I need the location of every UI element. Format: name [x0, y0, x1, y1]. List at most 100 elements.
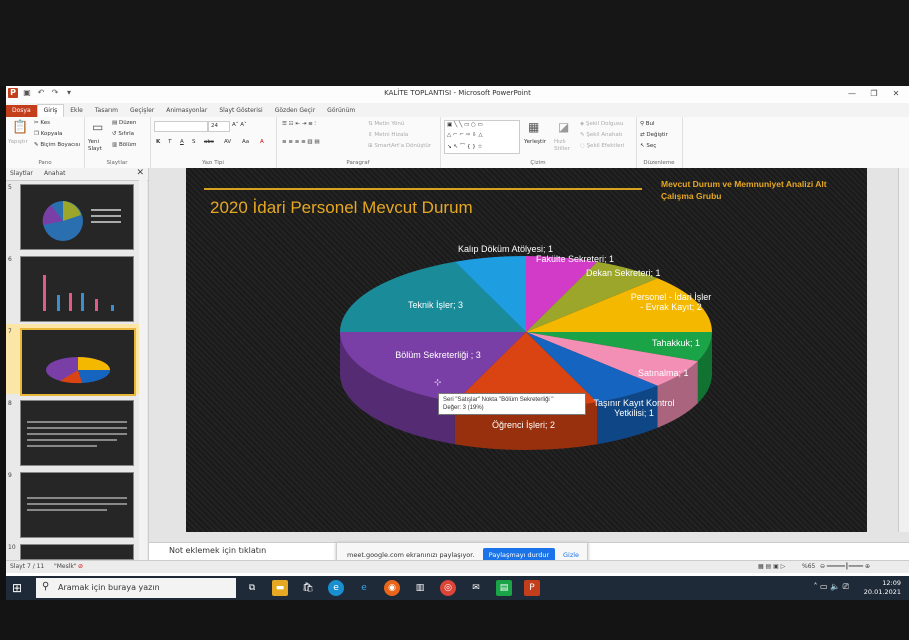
font-color-icon[interactable]: A	[260, 139, 264, 145]
store-icon[interactable]: 🛍	[300, 580, 316, 596]
arrange-button[interactable]: Yerleştir	[524, 139, 546, 145]
tab-slides-panel[interactable]: Slaytlar	[10, 170, 33, 177]
clipboard-group-label: Pano	[38, 160, 52, 166]
slide-number: 7	[8, 328, 12, 335]
ribbon-tabs: Dosya Giriş Ekle Tasarım Geçişler Animas…	[6, 103, 909, 117]
slide-thumbnail-7[interactable]	[20, 328, 136, 396]
quick-styles-icon[interactable]: ◪	[558, 120, 569, 134]
slide-counter: Slayt 7 / 11	[10, 563, 45, 570]
copy-button[interactable]: ❐ Kopyala	[34, 131, 62, 137]
tab-animations[interactable]: Animasyonlar	[160, 105, 213, 117]
language-icon[interactable]: ⊘	[78, 563, 83, 570]
windows-start-icon[interactable]: ⊞	[12, 581, 22, 595]
tab-view[interactable]: Görünüm	[321, 105, 361, 117]
file-explorer-icon[interactable]: ▬	[272, 580, 288, 596]
taskbar-search-box[interactable]: ⚲ Aramak için buraya yazın	[36, 578, 236, 598]
arrange-icon[interactable]: ▦	[528, 120, 539, 134]
change-case-icon[interactable]: Aa	[242, 139, 249, 145]
tab-slideshow[interactable]: Slayt Gösterisi	[213, 105, 268, 117]
app-green-icon[interactable]: ▤	[496, 580, 512, 596]
panel-close-icon[interactable]: ✕	[136, 168, 144, 178]
shape-effects-button[interactable]: ◌ Şekil Efektleri	[580, 143, 624, 149]
pie-label-bolum-sekreterligi: Bölüm Sekreterliği ; 3	[395, 350, 481, 360]
shapes-gallery[interactable]: ▣ ╲ ╲ ▭ ○ ▭ △ ⌐ ⌐ ⇨ ⇩ △ ↘ ↖ ⌒ { } ☆	[444, 120, 520, 154]
replace-button[interactable]: ⇄ Değiştir	[640, 132, 668, 138]
edge-icon[interactable]: e	[328, 580, 344, 596]
shapes-row-1-icons: ▣ ╲ ╲ ▭ ○ ▭	[447, 122, 483, 128]
slide-thumbnail-5[interactable]	[20, 184, 134, 250]
panel-scrollbar[interactable]	[139, 180, 147, 560]
convert-smartart-button[interactable]: ⊞ SmartArt'a Dönüştür	[368, 143, 431, 149]
drawing-group: ▣ ╲ ╲ ▭ ○ ▭ △ ⌐ ⌐ ⇨ ⇩ △ ↘ ↖ ⌒ { } ☆ ▦ Ye…	[440, 117, 637, 168]
bold-icon[interactable]: K	[156, 139, 160, 145]
hide-button[interactable]: Gizle	[563, 551, 579, 559]
shadow-icon[interactable]: S	[192, 139, 196, 145]
shape-outline-button[interactable]: ✎ Şekil Anahatı	[580, 132, 622, 138]
internet-explorer-icon[interactable]: e	[356, 580, 372, 596]
char-spacing-icon[interactable]: AV	[224, 139, 231, 145]
tab-home[interactable]: Giriş	[36, 104, 65, 117]
restore-button[interactable]: ❐	[863, 87, 885, 101]
slide-canvas[interactable]: 2020 İdari Personel Mevcut Durum Mevcut …	[186, 168, 867, 532]
quick-styles-button[interactable]: Hızlı Stiller	[554, 139, 576, 153]
font-size-box[interactable]: 24	[208, 121, 230, 132]
layout-button[interactable]: ▤ Düzen	[112, 120, 136, 126]
close-button[interactable]: ✕	[885, 87, 907, 101]
new-slide-icon[interactable]: ▭	[92, 120, 103, 134]
paste-button[interactable]: Yapıştır	[8, 139, 28, 145]
tab-file[interactable]: Dosya	[6, 105, 37, 117]
slide-number: 10	[8, 544, 16, 551]
new-slide-button[interactable]: Yeni Slayt	[88, 139, 114, 153]
slide-thumbnail-10[interactable]	[20, 544, 134, 560]
tab-outline-panel[interactable]: Anahat	[44, 170, 65, 177]
system-tray-icons[interactable]: ˄ ▭ 🔈 ⎚	[813, 582, 849, 592]
font-grow-icon[interactable]: A˄ A˅	[232, 122, 247, 128]
find-button[interactable]: ⚲ Bul	[640, 121, 655, 127]
powerpoint-taskbar-icon[interactable]: P	[524, 580, 540, 596]
section-icon: ▥	[112, 142, 119, 148]
tab-insert[interactable]: Ekle	[64, 105, 89, 117]
book-icon[interactable]: ▥	[412, 580, 428, 596]
clock-date: 20.01.2021	[863, 588, 901, 596]
shape-fill-button[interactable]: ◈ Şekil Dolgusu	[580, 121, 623, 127]
clock[interactable]: 12:09 20.01.2021	[864, 579, 901, 597]
format-painter-button[interactable]: ✎ Biçim Boyacısı	[34, 142, 80, 148]
mail-icon[interactable]: ✉	[468, 580, 484, 596]
text-direction-button[interactable]: ⇅ Metin Yönü	[368, 121, 404, 127]
cut-button[interactable]: ✂ Kes	[34, 120, 50, 126]
bullets-icon[interactable]: ☰ ☷ ⇤ ⇥ ≡ ⫶	[282, 121, 316, 128]
underline-icon[interactable]: A	[180, 139, 184, 145]
section-button[interactable]: ▥ Bölüm	[112, 142, 136, 148]
tab-design[interactable]: Tasarım	[89, 105, 124, 117]
view-buttons-icons[interactable]: ▦ ▤ ▣ ▷	[758, 563, 785, 570]
tab-review[interactable]: Gözden Geçir	[269, 105, 321, 117]
paste-icon[interactable]: 📋	[12, 120, 28, 135]
select-button[interactable]: ↖ Seç	[640, 143, 656, 149]
font-name-box[interactable]	[154, 121, 208, 132]
slide-thumbnail-8[interactable]	[20, 400, 134, 466]
slide-number: 9	[8, 472, 12, 479]
firefox-icon[interactable]: ◉	[384, 580, 400, 596]
powerpoint-window: P ▣ ↶ ↷ ▾ KALİTE TOPLANTISI - Microsoft …	[6, 86, 909, 576]
pie-label-tahakkuk: Tahakkuk; 1	[652, 338, 701, 348]
windows-taskbar: ⊞ ⚲ Aramak için buraya yazın ⧉ ▬ 🛍 e e ◉…	[6, 576, 909, 600]
pie-chart[interactable]	[186, 168, 867, 532]
reset-button[interactable]: ↺ Sıfırla	[112, 131, 134, 137]
align-icons[interactable]: ≡ ≡ ≡ ≡ ▥ ▤	[282, 139, 320, 145]
editor-scrollbar[interactable]	[898, 168, 909, 532]
italic-icon[interactable]: T	[168, 139, 171, 145]
slide-thumbnail-9[interactable]	[20, 472, 134, 538]
mouse-cursor-icon: ⊹	[434, 378, 442, 388]
align-text-button[interactable]: ⇕ Metni Hizala	[368, 132, 408, 138]
slides-group-label: Slaytlar	[106, 160, 128, 166]
zoom-level[interactable]: %65	[802, 563, 815, 570]
zoom-slider[interactable]: ⊖ ━━━━━┃━━━━ ⊕	[820, 563, 890, 570]
chrome-icon[interactable]: ◎	[440, 580, 456, 596]
slide-thumbnail-6[interactable]	[20, 256, 134, 322]
pie-label-fakulte-sekreteri: Fakülte Sekreteri; 1	[536, 254, 615, 264]
strikethrough-icon[interactable]: abc	[204, 139, 214, 145]
tab-transitions[interactable]: Geçişler	[124, 105, 160, 117]
chart-tooltip: Seri "Satışlar" Nokta "Bölüm Sekreterliğ…	[438, 393, 586, 415]
task-view-icon[interactable]: ⧉	[244, 580, 260, 596]
minimize-button[interactable]: —	[841, 87, 863, 101]
